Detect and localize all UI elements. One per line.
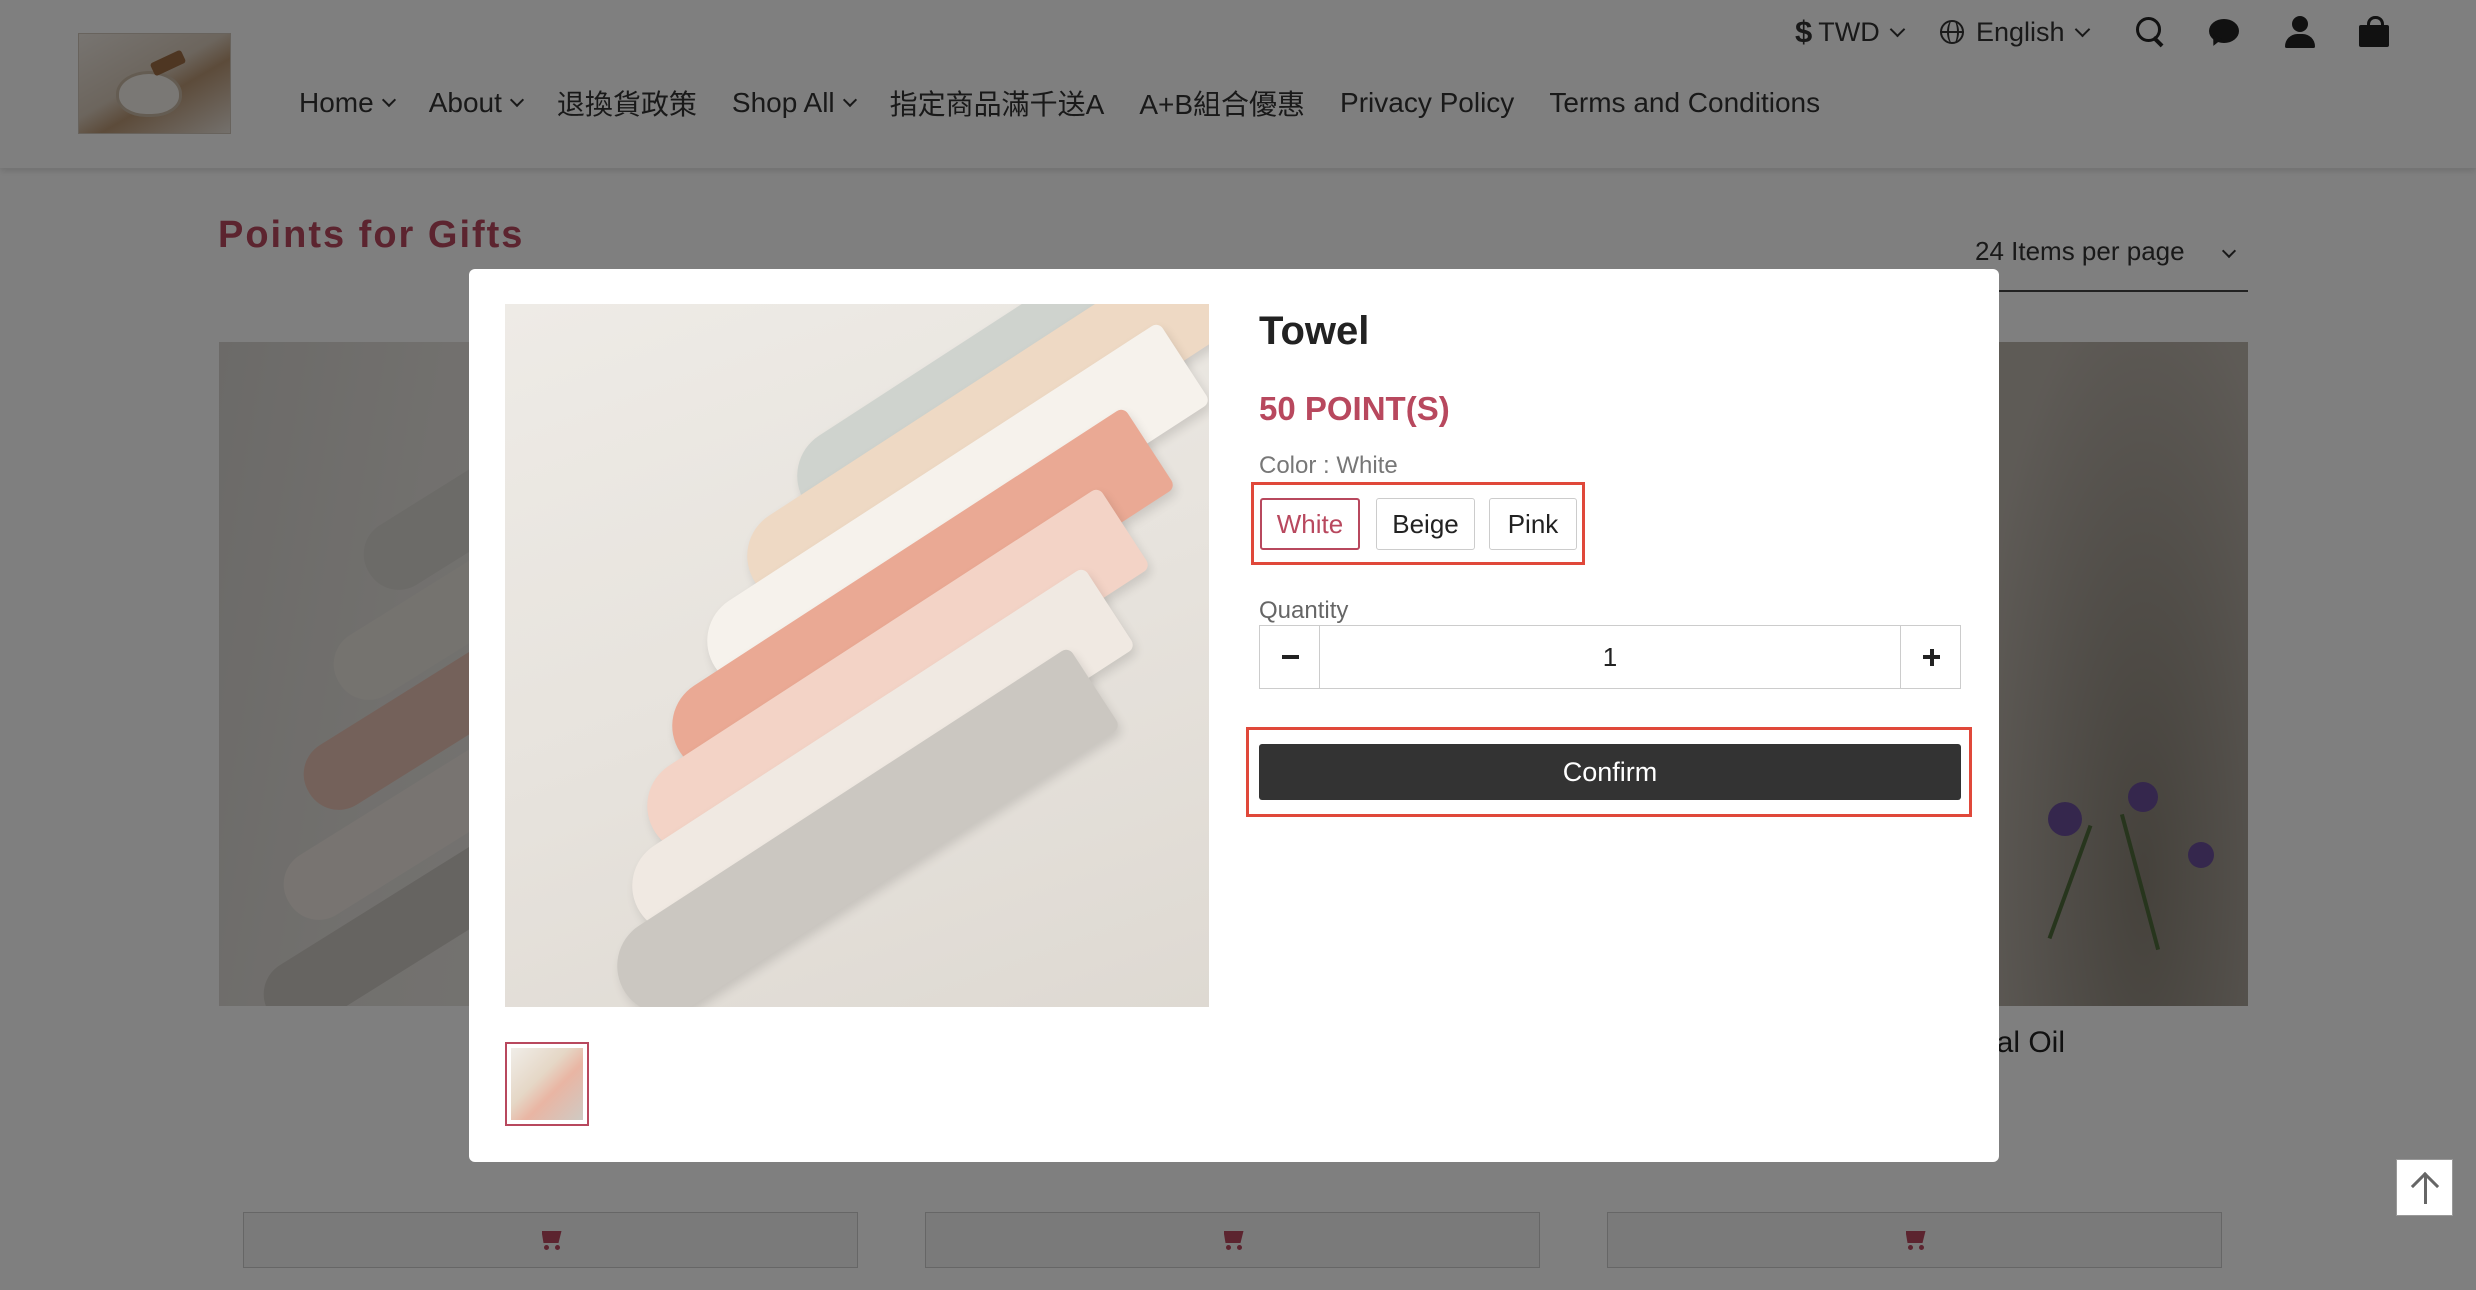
quantity-label: Quantity (1259, 597, 1349, 624)
variant-option-pink[interactable]: Pink (1489, 498, 1577, 550)
quantity-input[interactable] (1320, 626, 1900, 688)
product-thumbnail[interactable] (505, 1042, 589, 1126)
variant-option-white[interactable]: White (1260, 498, 1360, 550)
quantity-stepper (1259, 625, 1961, 689)
confirm-button[interactable]: Confirm (1259, 744, 1961, 800)
decrease-quantity-button[interactable] (1260, 626, 1320, 688)
back-to-top-button[interactable] (2396, 1159, 2453, 1216)
increase-quantity-button[interactable] (1900, 626, 1960, 688)
variant-option-beige[interactable]: Beige (1376, 498, 1475, 550)
product-main-image (505, 304, 1209, 1007)
product-variant-modal: Towel 50 POINT(S) Color : White White Be… (469, 269, 1999, 1162)
product-title: Towel (1259, 309, 1370, 353)
variant-label: Color : White (1259, 452, 1398, 479)
product-price: 50 POINT(S) (1259, 390, 1450, 427)
